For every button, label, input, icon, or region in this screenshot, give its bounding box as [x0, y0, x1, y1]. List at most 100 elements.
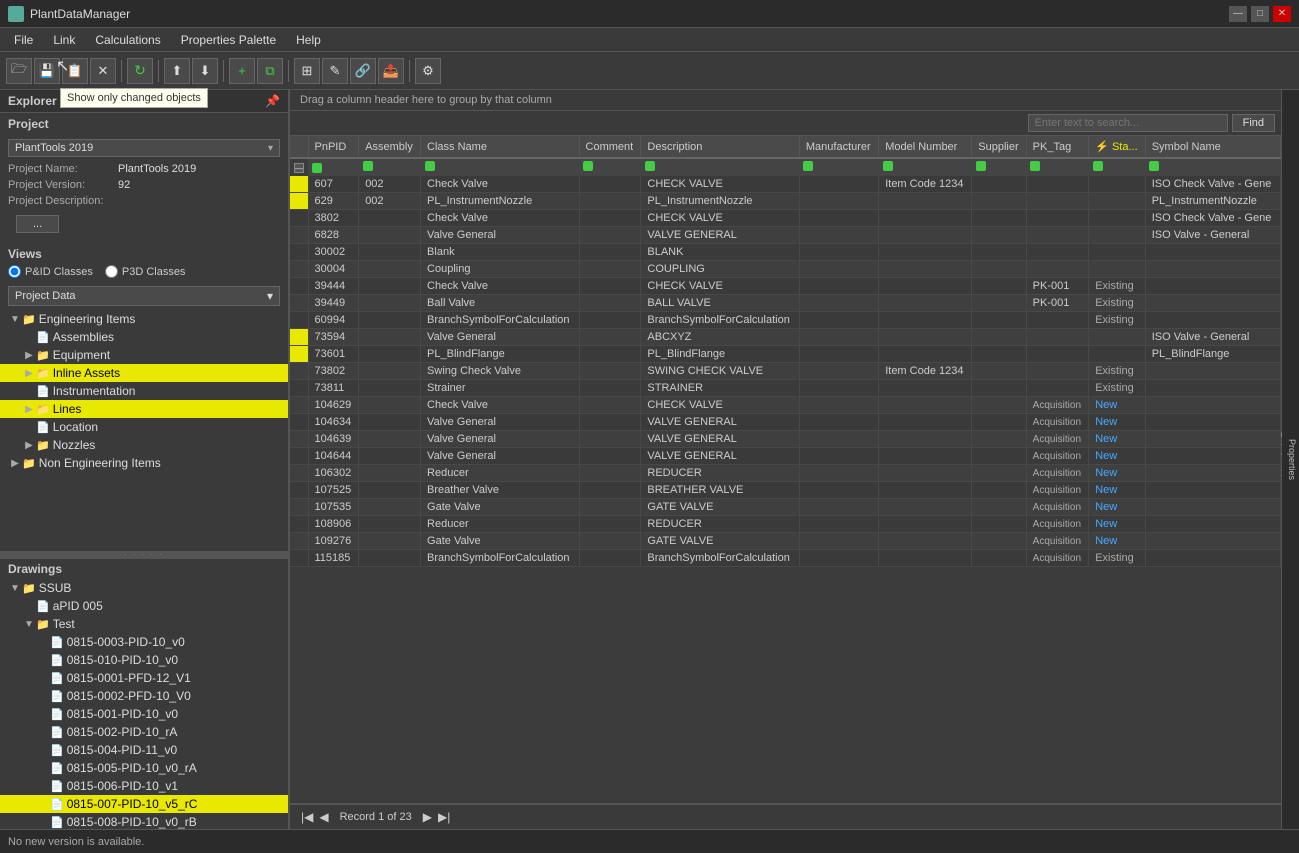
filter-symbolname[interactable]: [1145, 158, 1280, 176]
table-row[interactable]: 3802Check ValveCHECK VALVEISO Check Valv…: [290, 210, 1281, 227]
expander-test-icon[interactable]: ▼: [22, 619, 36, 630]
filter-comment[interactable]: [579, 158, 641, 176]
nav-first-button[interactable]: |◀: [298, 810, 316, 824]
filter-modelnumber[interactable]: [879, 158, 972, 176]
filter-supplier[interactable]: [972, 158, 1026, 176]
table-row[interactable]: 39444Check ValveCHECK VALVEPK-001Existin…: [290, 278, 1281, 295]
tree-item-lines[interactable]: ▶ 📁 Lines: [0, 400, 288, 418]
table-row[interactable]: 104639Valve GeneralVALVE GENERALAcquisit…: [290, 431, 1281, 448]
tree-item-d4[interactable]: 📄 0815-0002-PFD-10_V0: [0, 687, 288, 705]
col-pk-tag[interactable]: PK_Tag: [1026, 136, 1089, 158]
toolbar-add[interactable]: +: [229, 58, 255, 84]
table-row[interactable]: 30002BlankBLANK: [290, 244, 1281, 261]
toolbar-refresh[interactable]: ↻: [127, 58, 153, 84]
filter-status[interactable]: [1089, 158, 1146, 176]
col-supplier[interactable]: Supplier: [972, 136, 1026, 158]
horizontal-scrollbar[interactable]: [453, 817, 1273, 818]
tree-item-d3[interactable]: 📄 0815-0001-PFD-12_V1: [0, 669, 288, 687]
drawings-tree[interactable]: ▼ 📁 SSUB 📄 aPID 005 ▼ 📁 Test: [0, 579, 288, 829]
nav-prev-button[interactable]: ◀: [316, 810, 331, 824]
radio-pid-input[interactable]: [8, 265, 21, 278]
nav-next-button[interactable]: ▶: [420, 810, 435, 824]
col-classname[interactable]: Class Name: [421, 136, 579, 158]
close-button[interactable]: ✕: [1273, 6, 1291, 22]
tree-item-d6[interactable]: 📄 0815-002-PID-10_rA: [0, 723, 288, 741]
expander-nozzles-icon[interactable]: ▶: [22, 440, 36, 451]
tree-item-d9[interactable]: 📄 0815-006-PID-10_v1: [0, 777, 288, 795]
toolbar-edit[interactable]: ✎: [322, 58, 348, 84]
table-row[interactable]: 607002Check ValveCHECK VALVEItem Code 12…: [290, 176, 1281, 193]
tree-item-d10[interactable]: 📄 0815-007-PID-10_v5_rC: [0, 795, 288, 813]
expander-non-eng-icon[interactable]: ▶: [8, 458, 22, 469]
table-row[interactable]: 108906ReducerREDUCERAcquisitionNew: [290, 516, 1281, 533]
table-row[interactable]: 107535Gate ValveGATE VALVEAcquisitionNew: [290, 499, 1281, 516]
toolbar-saveas[interactable]: 📋: [62, 58, 88, 84]
tree-item-location[interactable]: 📄 Location: [0, 418, 288, 436]
col-assembly[interactable]: Assembly: [359, 136, 421, 158]
table-row[interactable]: 73601PL_BlindFlangePL_BlindFlangePL_Blin…: [290, 346, 1281, 363]
table-row[interactable]: 73594Valve GeneralABCXYZISO Valve - Gene…: [290, 329, 1281, 346]
tree-item-apid005[interactable]: 📄 aPID 005: [0, 597, 288, 615]
tree-item-d1[interactable]: 📄 0815-0003-PID-10_v0: [0, 633, 288, 651]
expander-ssub-icon[interactable]: ▼: [8, 583, 22, 594]
table-row[interactable]: 73811StrainerSTRAINERExisting: [290, 380, 1281, 397]
expander-equipment-icon[interactable]: ▶: [22, 350, 36, 361]
tree-item-d7[interactable]: 📄 0815-004-PID-11_v0: [0, 741, 288, 759]
filter-description[interactable]: [641, 158, 799, 176]
toolbar-import[interactable]: ⬆: [164, 58, 190, 84]
project-dropdown[interactable]: PlantTools 2019 ▾: [8, 139, 280, 157]
data-grid[interactable]: PnPID Assembly Class Name Comment Descri…: [290, 136, 1281, 803]
col-symbolname[interactable]: Symbol Name: [1145, 136, 1280, 158]
col-pnpid[interactable]: PnPID: [308, 136, 359, 158]
tree-item-test[interactable]: ▼ 📁 Test: [0, 615, 288, 633]
filter-pnpid[interactable]: [308, 158, 359, 176]
tree-item-d2[interactable]: 📄 0815-010-PID-10_v0: [0, 651, 288, 669]
table-row[interactable]: 115185BranchSymbolForCalculationBranchSy…: [290, 550, 1281, 567]
filter-toggle-icon[interactable]: —: [294, 163, 304, 173]
nav-last-button[interactable]: ▶|: [435, 810, 453, 824]
tree-item-nozzles[interactable]: ▶ 📁 Nozzles: [0, 436, 288, 454]
pin-button[interactable]: 📌: [265, 94, 280, 108]
col-mark[interactable]: [290, 136, 308, 158]
tree-dropdown[interactable]: Project Data ▾: [8, 286, 280, 306]
tree-item-instrumentation[interactable]: 📄 Instrumentation: [0, 382, 288, 400]
minimize-button[interactable]: —: [1229, 6, 1247, 22]
expander-engineering-icon[interactable]: ▼: [8, 314, 22, 325]
expander-inline-icon[interactable]: ▶: [22, 368, 36, 379]
table-row[interactable]: 106302ReducerREDUCERAcquisitionNew: [290, 465, 1281, 482]
expander-lines-icon[interactable]: ▶: [22, 404, 36, 415]
menu-help[interactable]: Help: [286, 31, 331, 49]
col-comment[interactable]: Comment: [579, 136, 641, 158]
tree-item-equipment[interactable]: ▶ 📁 Equipment: [0, 346, 288, 364]
project-tree[interactable]: ▼ 📁 Engineering Items 📄 Assemblies ▶ 📁 E…: [0, 310, 288, 551]
table-row[interactable]: 60994BranchSymbolForCalculationBranchSym…: [290, 312, 1281, 329]
radio-pid-classes[interactable]: P&ID Classes: [8, 265, 93, 278]
table-row[interactable]: 107525Breather ValveBREATHER VALVEAcquis…: [290, 482, 1281, 499]
sidebar-properties-label[interactable]: Properties: [1285, 431, 1299, 488]
menu-properties-palette[interactable]: Properties Palette: [171, 31, 286, 49]
maximize-button[interactable]: □: [1251, 6, 1269, 22]
toolbar-close[interactable]: ✕: [90, 58, 116, 84]
menu-file[interactable]: File: [4, 31, 43, 49]
tree-item-assemblies[interactable]: 📄 Assemblies: [0, 328, 288, 346]
find-button[interactable]: Find: [1232, 114, 1275, 132]
table-row[interactable]: 39449Ball ValveBALL VALVEPK-001Existing: [290, 295, 1281, 312]
filter-classname[interactable]: [421, 158, 579, 176]
tree-item-inline-assets[interactable]: ▶ 📁 Inline Assets: [0, 364, 288, 382]
col-description[interactable]: Description: [641, 136, 799, 158]
table-row[interactable]: 104634Valve GeneralVALVE GENERALAcquisit…: [290, 414, 1281, 431]
tree-item-d8[interactable]: 📄 0815-005-PID-10_v0_rA: [0, 759, 288, 777]
toolbar-export2[interactable]: 📤: [378, 58, 404, 84]
toolbar-export[interactable]: ⬇: [192, 58, 218, 84]
table-row[interactable]: 104629Check ValveCHECK VALVEAcquisitionN…: [290, 397, 1281, 414]
tree-item-non-engineering[interactable]: ▶ 📁 Non Engineering Items: [0, 454, 288, 472]
tree-item-ssub[interactable]: ▼ 📁 SSUB: [0, 579, 288, 597]
tree-item-d5[interactable]: 📄 0815-001-PID-10_v0: [0, 705, 288, 723]
search-input[interactable]: [1028, 114, 1228, 132]
menu-calculations[interactable]: Calculations: [85, 31, 170, 49]
table-row[interactable]: 629002PL_InstrumentNozzlePL_InstrumentNo…: [290, 193, 1281, 210]
filter-assembly[interactable]: [359, 158, 421, 176]
table-row[interactable]: 6828Valve GeneralVALVE GENERALISO Valve …: [290, 227, 1281, 244]
desc-button[interactable]: ...: [16, 215, 59, 233]
toolbar-addmulti[interactable]: ⧉: [257, 58, 283, 84]
